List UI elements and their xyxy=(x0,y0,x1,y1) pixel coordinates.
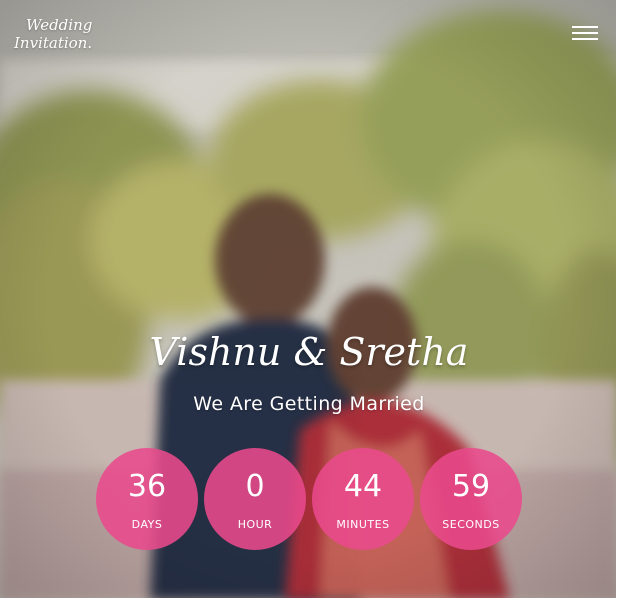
countdown-days: 36 DAYS xyxy=(96,448,198,550)
menu-bar xyxy=(572,32,598,34)
menu-bar xyxy=(572,26,598,28)
menu-bar xyxy=(572,38,598,40)
countdown-hour: 0 HOUR xyxy=(204,448,306,550)
countdown-seconds: 59 SECONDS xyxy=(420,448,522,550)
countdown-label: HOUR xyxy=(237,518,273,531)
countdown-value: 44 xyxy=(343,469,383,504)
countdown-value: 0 xyxy=(245,469,265,504)
tagline: We Are Getting Married xyxy=(193,393,425,415)
countdown-label: SECONDS xyxy=(442,518,500,531)
countdown: 36 DAYS 0 HOUR 44 MINUTES 59 SECONDS xyxy=(96,448,524,552)
countdown-value: 59 xyxy=(451,469,491,504)
countdown-label: MINUTES xyxy=(336,518,390,531)
logo-line2: Invitation. xyxy=(14,34,93,52)
logo-line1: Wedding xyxy=(26,16,93,34)
hamburger-menu-icon[interactable] xyxy=(572,24,598,44)
couple-names: Vishnu & Sretha xyxy=(149,330,469,374)
site-logo[interactable]: Wedding Invitation. xyxy=(14,16,104,52)
countdown-value: 36 xyxy=(127,469,167,504)
hero-section: Wedding Invitation. Vishnu & Sretha We A… xyxy=(0,0,618,600)
countdown-minutes: 44 MINUTES xyxy=(312,448,414,550)
countdown-label: DAYS xyxy=(131,518,163,531)
